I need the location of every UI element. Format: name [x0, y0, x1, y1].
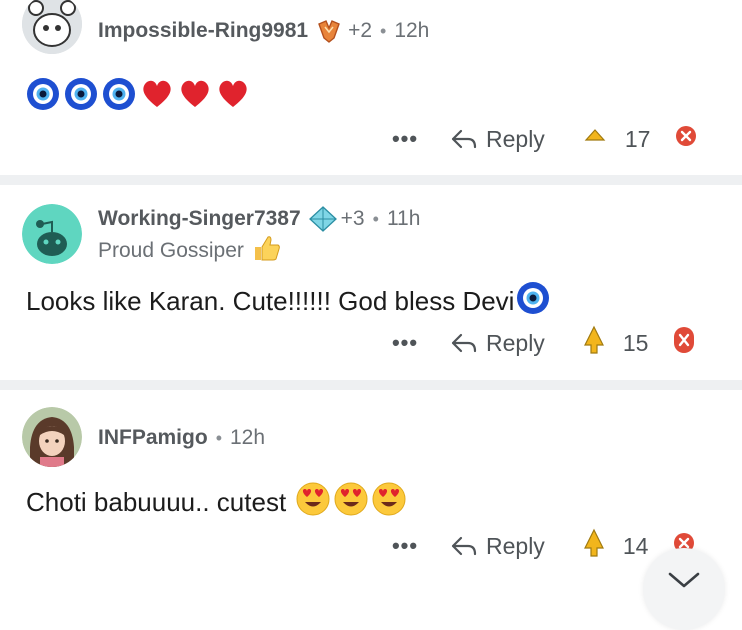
upvote-icon: [583, 325, 604, 354]
upvote-button[interactable]: [583, 325, 605, 361]
heart-icon: [178, 77, 212, 118]
comment-divider: [0, 175, 742, 185]
username[interactable]: INFPamigo: [98, 426, 208, 450]
comment-body: [26, 77, 254, 118]
evil-eye-icon: [26, 77, 60, 118]
downvote-button[interactable]: [675, 125, 697, 153]
comment-3: INFPamigo • 12h Choti babuuuu.. cutest •…: [0, 391, 742, 599]
score: 17: [624, 125, 651, 152]
heart-icon: [216, 77, 250, 118]
comment-age: 12h: [394, 19, 430, 42]
comment-age: 11h: [386, 207, 421, 230]
upvote-button[interactable]: [583, 528, 605, 564]
upvote-button[interactable]: [583, 124, 607, 154]
user-avatar-icon: [22, 407, 82, 467]
flair-label: Proud Gossiper: [98, 239, 244, 262]
reply-button[interactable]: Reply: [450, 126, 545, 153]
user-flair: Proud Gossiper: [98, 236, 282, 266]
reddit-avatar-icon: [22, 204, 82, 264]
comment-1: Impossible-Ring9981 +2 • 12h ••• Reply 1…: [0, 0, 742, 172]
more-options-button[interactable]: •••: [380, 330, 430, 356]
reply-label: Reply: [486, 329, 545, 356]
comment-body: Looks like Karan. Cute!!!!!! God bless D…: [26, 281, 554, 322]
scroll-down-button[interactable]: [643, 548, 725, 630]
downvote-icon: [675, 126, 696, 146]
comment-2: Working-Singer7387 +3 • 11h Proud Gossip…: [0, 186, 742, 378]
reply-button[interactable]: Reply: [450, 330, 545, 357]
more-options-button[interactable]: •••: [380, 126, 430, 152]
comment-text: Looks like Karan. Cute!!!!!! God bless D…: [26, 285, 515, 316]
reply-label: Reply: [486, 125, 545, 152]
reply-button[interactable]: Reply: [450, 533, 545, 560]
evil-eye-icon: [64, 77, 98, 118]
username[interactable]: Impossible-Ring9981: [98, 19, 308, 43]
comment-divider: [0, 380, 742, 390]
heart-eyes-icon: [372, 482, 406, 523]
evil-eye-icon: [102, 77, 136, 118]
username[interactable]: Working-Singer7387: [98, 207, 301, 231]
award-icon[interactable]: [308, 206, 337, 232]
reply-icon: [451, 536, 477, 556]
upvote-icon: [584, 129, 606, 141]
award-count: +3: [340, 207, 365, 230]
comment-actions: ••• Reply 15: [380, 325, 695, 361]
downvote-icon: [673, 327, 694, 353]
comment-body: Choti babuuuu.. cutest: [26, 482, 410, 523]
heart-eyes-icon: [334, 482, 368, 523]
reply-icon: [451, 333, 477, 353]
evil-eye-icon: [516, 281, 550, 322]
award-count: +2: [348, 19, 373, 42]
reply-label: Reply: [486, 532, 545, 559]
thumbs-up-icon: [252, 234, 282, 268]
upvote-icon: [583, 528, 604, 557]
chevron-down-icon: [668, 572, 700, 588]
score: 15: [622, 329, 649, 356]
separator-dot: •: [215, 427, 222, 448]
downvote-button[interactable]: [673, 326, 695, 360]
comment-text: Choti babuuuu.. cutest: [26, 486, 287, 517]
avatar[interactable]: [22, 0, 82, 54]
heart-eyes-icon: [296, 482, 330, 523]
heart-icon: [140, 77, 174, 118]
comment-age: 12h: [230, 426, 266, 449]
reply-icon: [451, 129, 477, 149]
reddit-avatar-icon: [22, 0, 82, 54]
more-options-button[interactable]: •••: [380, 533, 430, 559]
separator-dot: •: [380, 20, 387, 41]
comment-actions: ••• Reply 17: [380, 122, 697, 156]
avatar[interactable]: [22, 204, 82, 264]
separator-dot: •: [372, 208, 379, 229]
avatar[interactable]: [22, 407, 82, 467]
award-icon[interactable]: [316, 18, 342, 44]
